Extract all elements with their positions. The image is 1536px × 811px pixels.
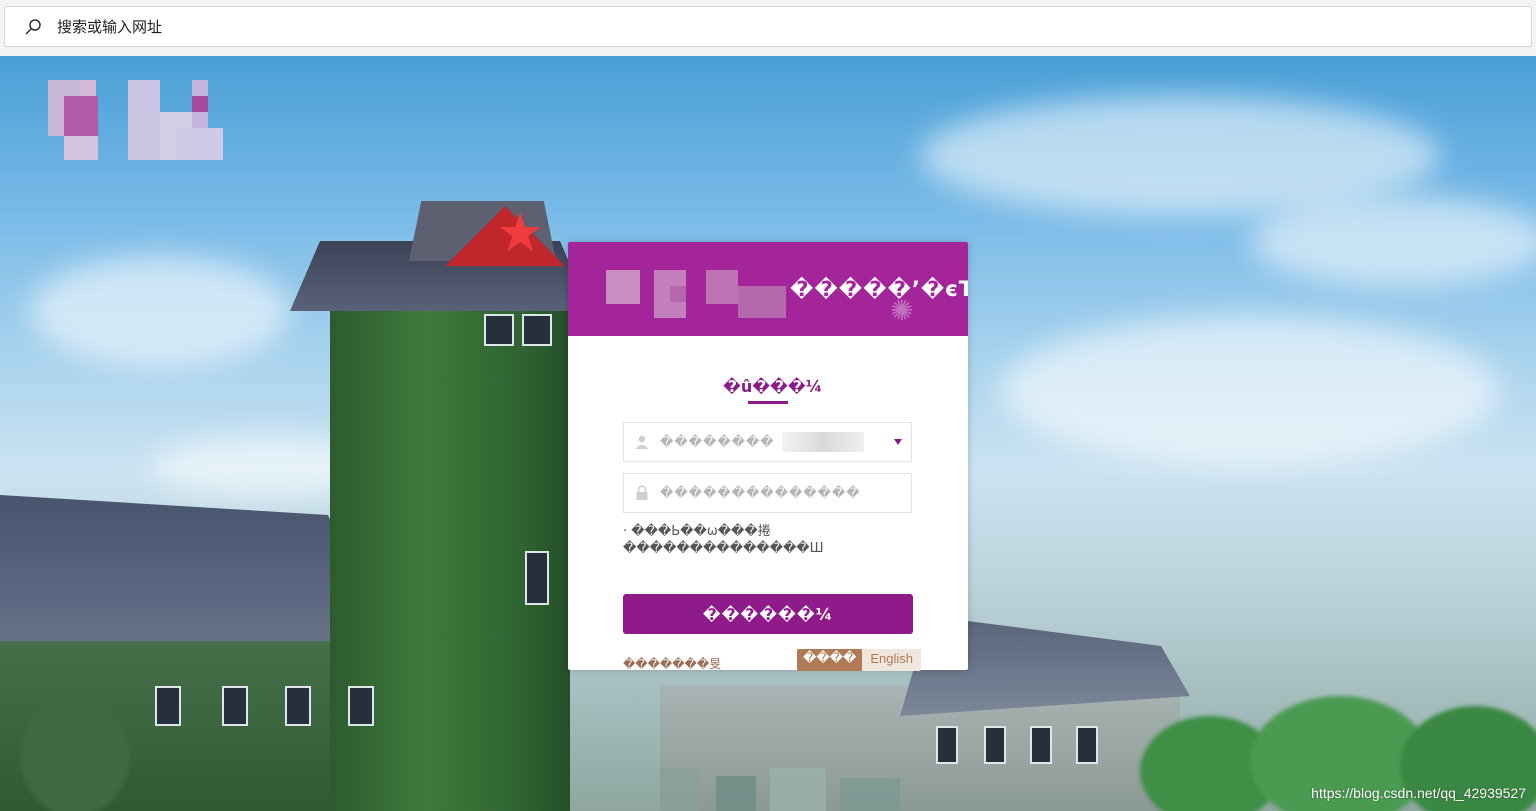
login-button[interactable]: ������¼	[623, 594, 913, 634]
redacted-text	[782, 432, 864, 452]
footer-redacted	[660, 768, 910, 811]
password-placeholder: ��������������	[660, 485, 861, 501]
notice-line-2: ��������������Ш	[623, 541, 824, 556]
watermark: https://blog.csdn.net/qq_42939527	[1311, 785, 1526, 801]
star-icon: ★	[496, 201, 545, 264]
password-field[interactable]: ��������������	[623, 473, 912, 513]
login-notice: · ���Ь��ѡ���捲 ��������������Ш	[623, 523, 912, 557]
tab-account-login[interactable]: �û���¼	[723, 377, 822, 396]
lang-english[interactable]: English	[862, 649, 921, 671]
user-icon	[635, 435, 649, 449]
username-field[interactable]: ��������	[623, 422, 912, 462]
lock-icon	[636, 485, 648, 500]
firework-icon: ✺	[890, 294, 914, 327]
login-card-header: �����’�єТ ✺	[568, 242, 968, 336]
login-card: �����’�єТ ✺ �û���¼ �������� ������������…	[568, 242, 968, 672]
address-bar[interactable]	[4, 6, 1532, 47]
language-switch: ���� English	[797, 649, 921, 671]
search-icon	[25, 18, 41, 35]
browser-toolbar	[0, 0, 1536, 56]
address-input[interactable]	[55, 16, 1531, 37]
lang-chinese[interactable]: ����	[797, 649, 863, 671]
notice-line-1: · ���Ь��ѡ���捲	[623, 524, 771, 539]
dropdown-caret-icon[interactable]	[894, 439, 902, 445]
username-placeholder: ��������	[660, 434, 775, 450]
tab-underline	[748, 401, 788, 404]
header-logo	[606, 270, 786, 318]
school-logo	[48, 80, 223, 160]
forgot-password-link[interactable]: �������旻	[623, 655, 721, 672]
